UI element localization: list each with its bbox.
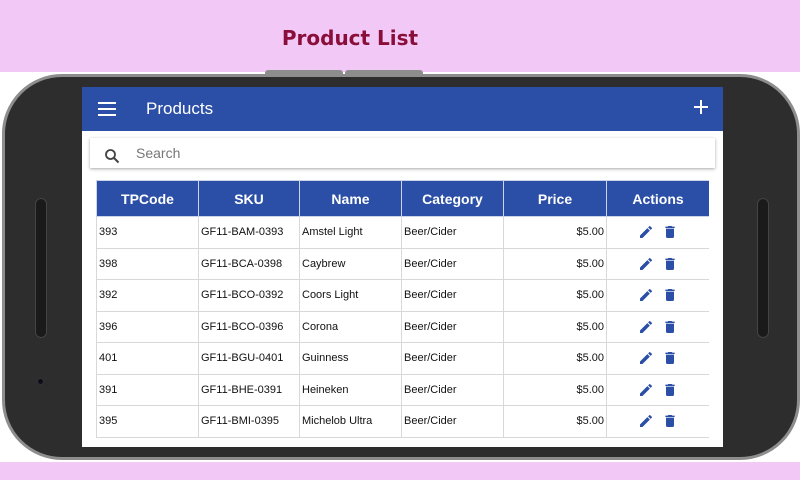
search-bar: [90, 138, 715, 168]
price-cell: $5.00: [503, 373, 607, 406]
name-cell: Heineken: [299, 373, 402, 406]
delete-trash-icon[interactable]: [662, 287, 678, 303]
edit-pencil-icon[interactable]: [638, 287, 654, 303]
price-cell: $5.00: [503, 405, 607, 438]
category-cell: Beer/Cider: [401, 279, 504, 312]
name-cell: Amstel Light: [299, 216, 402, 249]
delete-trash-icon[interactable]: [662, 350, 678, 366]
actions-cell: [606, 247, 709, 280]
header-tpcode[interactable]: TPCode: [96, 180, 199, 217]
actions-cell: [606, 373, 709, 406]
header-actions: Actions: [606, 180, 709, 217]
actions-cell: [606, 279, 709, 312]
delete-trash-icon[interactable]: [662, 256, 678, 272]
edit-pencil-icon[interactable]: [638, 256, 654, 272]
header-name[interactable]: Name: [299, 180, 402, 217]
phone-right-side-button: [757, 198, 769, 338]
product-table: TPCode SKU Name Category Price Actions 3…: [96, 180, 709, 438]
table-row[interactable]: 401 GF11-BGU-0401 Guinness Beer/Cider $5.00: [96, 342, 709, 375]
table-row[interactable]: 393 GF11-BAM-0393 Amstel Light Beer/Cider $5…: [96, 216, 709, 249]
edit-pencil-icon[interactable]: [638, 319, 654, 335]
tpcode-cell: 391: [96, 373, 199, 406]
product-table-container: TPCode SKU Name Category Price Actions 3…: [96, 180, 709, 447]
edit-pencil-icon[interactable]: [638, 382, 654, 398]
actions-cell: [606, 216, 709, 249]
app-bar: Products: [82, 87, 723, 131]
tpcode-cell: 396: [96, 310, 199, 343]
search-icon: [105, 149, 120, 164]
name-cell: Corona: [299, 310, 402, 343]
sku-cell: GF11-BAM-0393: [198, 216, 300, 249]
category-cell: Beer/Cider: [401, 310, 504, 343]
add-icon[interactable]: [691, 97, 711, 117]
header-price[interactable]: Price: [503, 180, 607, 217]
actions-cell: [606, 405, 709, 438]
search-input[interactable]: [136, 145, 656, 161]
page-title: Product List: [281, 26, 419, 50]
table-row[interactable]: 391 GF11-BHE-0391 Heineken Beer/Cider $5.00: [96, 373, 709, 406]
delete-trash-icon[interactable]: [662, 382, 678, 398]
sku-cell: GF11-BMI-0395: [198, 405, 300, 438]
sku-cell: GF11-BCO-0392: [198, 279, 300, 312]
price-cell: $5.00: [503, 342, 607, 375]
category-cell: Beer/Cider: [401, 373, 504, 406]
delete-trash-icon[interactable]: [662, 224, 678, 240]
header-sku[interactable]: SKU: [198, 180, 300, 217]
app-bar-title: Products: [146, 99, 214, 118]
app-screen: Products TPCode SKU Name Category Pri: [82, 87, 723, 447]
price-cell: $5.00: [503, 279, 607, 312]
edit-pencil-icon[interactable]: [638, 224, 654, 240]
tpcode-cell: 392: [96, 279, 199, 312]
table-row[interactable]: 392 GF11-BCO-0392 Coors Light Beer/Cider $5.…: [96, 279, 709, 312]
header-category[interactable]: Category: [401, 180, 504, 217]
sku-cell: GF11-BGU-0401: [198, 342, 300, 375]
delete-trash-icon[interactable]: [662, 413, 678, 429]
category-cell: Beer/Cider: [401, 216, 504, 249]
tpcode-cell: 401: [96, 342, 199, 375]
sku-cell: GF11-BCO-0396: [198, 310, 300, 343]
price-cell: $5.00: [503, 216, 607, 249]
category-cell: Beer/Cider: [401, 405, 504, 438]
tpcode-cell: 395: [96, 405, 199, 438]
category-cell: Beer/Cider: [401, 247, 504, 280]
edit-pencil-icon[interactable]: [638, 350, 654, 366]
phone-left-side-button: [35, 198, 47, 338]
table-row[interactable]: 398 GF11-BCA-0398 Caybrew Beer/Cider $5.00: [96, 247, 709, 280]
sku-cell: GF11-BCA-0398: [198, 247, 300, 280]
actions-cell: [606, 310, 709, 343]
delete-trash-icon[interactable]: [662, 319, 678, 335]
price-cell: $5.00: [503, 247, 607, 280]
name-cell: Caybrew: [299, 247, 402, 280]
table-row[interactable]: 396 GF11-BCO-0396 Corona Beer/Cider $5.00: [96, 310, 709, 343]
menu-icon[interactable]: [98, 102, 116, 116]
price-cell: $5.00: [503, 310, 607, 343]
edit-pencil-icon[interactable]: [638, 413, 654, 429]
table-header-row: TPCode SKU Name Category Price Actions: [96, 180, 709, 217]
category-cell: Beer/Cider: [401, 342, 504, 375]
name-cell: Michelob Ultra: [299, 405, 402, 438]
sku-cell: GF11-BHE-0391: [198, 373, 300, 406]
tpcode-cell: 398: [96, 247, 199, 280]
actions-cell: [606, 342, 709, 375]
table-row[interactable]: 395 GF11-BMI-0395 Michelob Ultra Beer/Cider…: [96, 405, 709, 438]
phone-camera: [37, 378, 44, 385]
name-cell: Coors Light: [299, 279, 402, 312]
name-cell: Guinness: [299, 342, 402, 375]
tpcode-cell: 393: [96, 216, 199, 249]
